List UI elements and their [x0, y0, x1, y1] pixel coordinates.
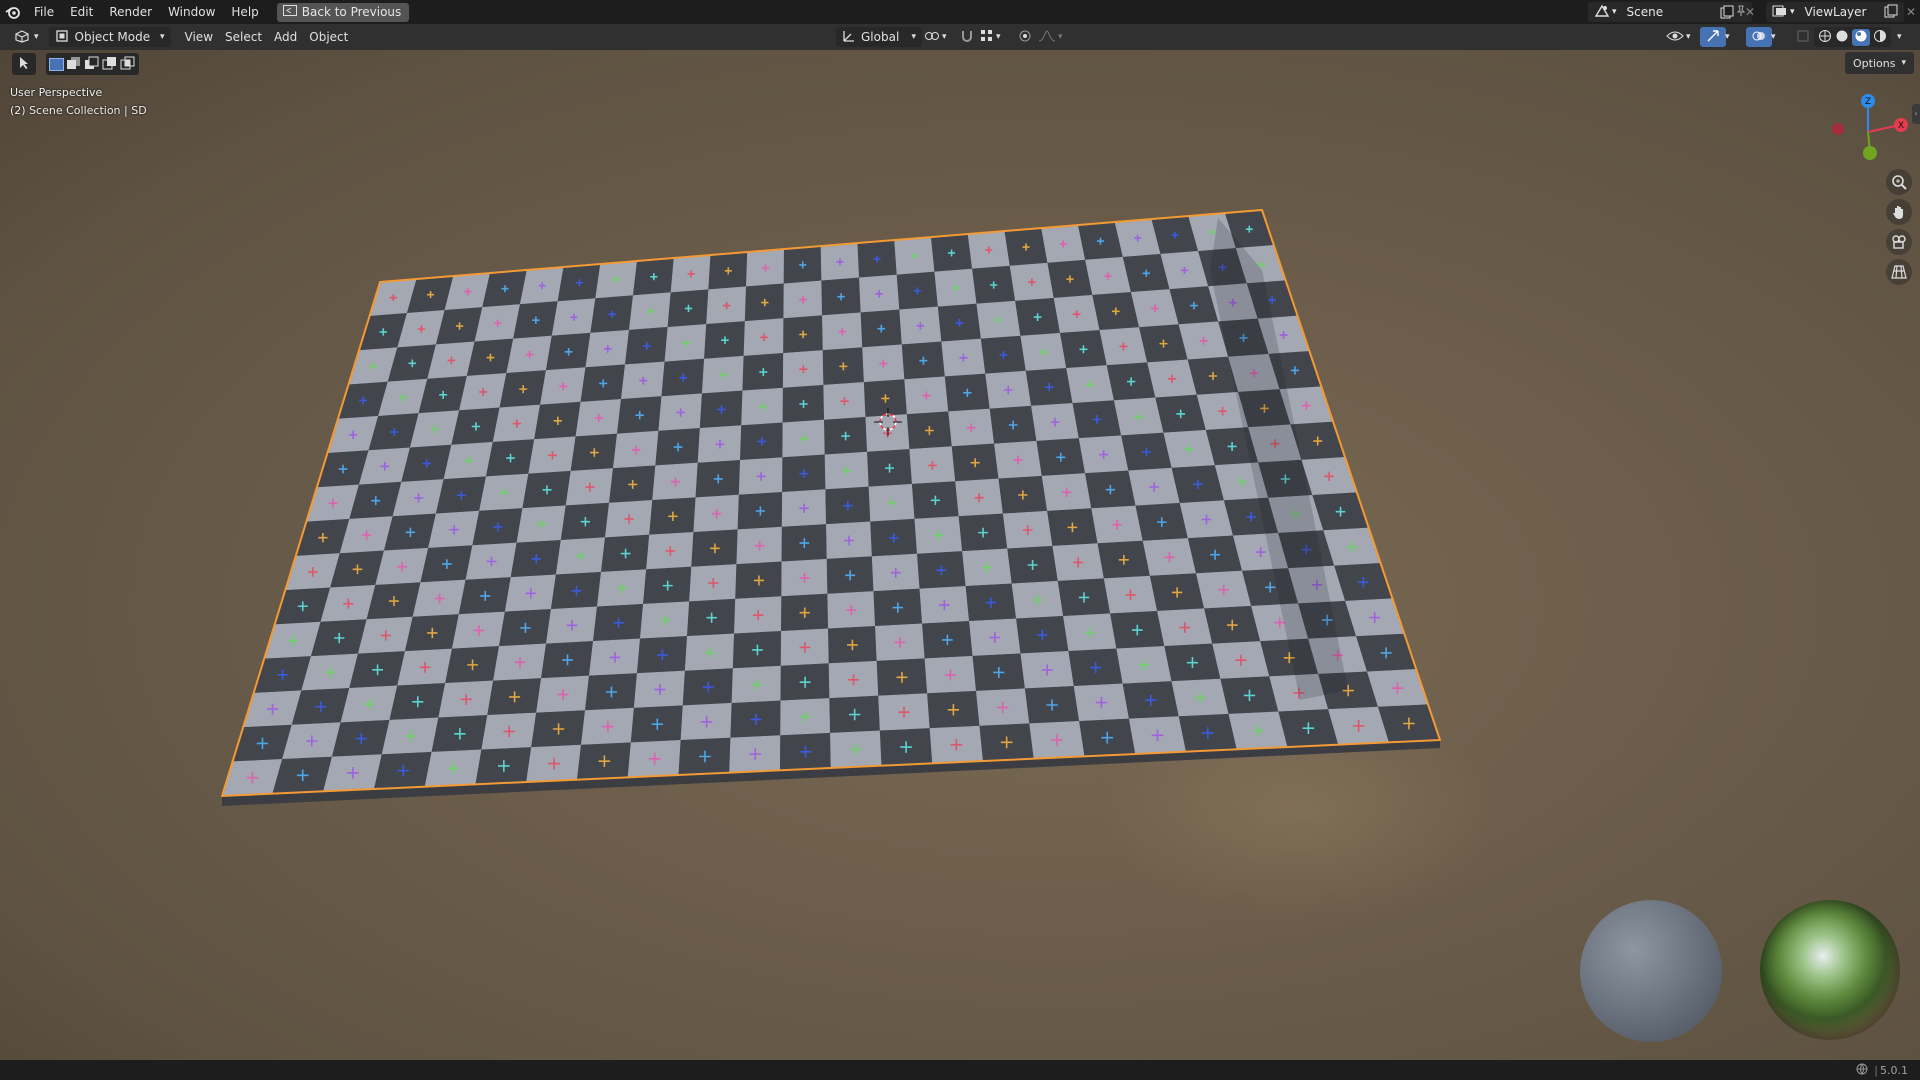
proportional-editing-icon — [1018, 29, 1032, 46]
gizmo-neg-x-handle[interactable] — [1832, 123, 1844, 135]
new-scene-icon[interactable] — [1720, 2, 1742, 22]
select-new-icon[interactable] — [49, 57, 64, 71]
menu-window[interactable]: Window — [160, 0, 223, 24]
cloth-plane-mesh[interactable] — [221, 209, 1441, 806]
gizmo-x-label: X — [1898, 121, 1904, 131]
3d-viewport[interactable]: User Perspective (2) Scene Collection | … — [0, 50, 1920, 1060]
chevron-down-icon: ▾ — [1725, 32, 1730, 42]
chevron-down-icon: ▾ — [1771, 32, 1776, 42]
selection-mode-group — [46, 53, 139, 75]
scene-icon — [1594, 4, 1610, 21]
camera-view-icon[interactable] — [1886, 229, 1912, 255]
eye-icon — [1666, 29, 1684, 46]
back-to-previous-button[interactable]: Back to Previous — [276, 2, 410, 22]
snap-target-dropdown[interactable]: ▾ — [974, 27, 1007, 47]
overlays-dropdown[interactable]: ▾ — [1768, 27, 1779, 47]
toolbar-header — [12, 53, 139, 75]
select-extend-icon[interactable] — [66, 56, 82, 73]
chevron-down-icon: ▾ — [1058, 32, 1063, 42]
menu-edit[interactable]: Edit — [62, 0, 101, 24]
delete-view-layer-icon[interactable]: ✕ — [1906, 2, 1918, 22]
select-intersect-icon[interactable] — [120, 56, 136, 73]
chevron-down-icon: ▾ — [996, 32, 1001, 42]
view-layer-icon — [1772, 5, 1788, 20]
chevron-down-icon: ▾ — [34, 32, 39, 42]
3d-viewport-icon — [14, 29, 32, 46]
visibility-dropdown[interactable]: ▾ — [1660, 27, 1697, 47]
options-dropdown[interactable]: Options ▾ — [1845, 52, 1914, 74]
sidebar-toggle-arrow-icon[interactable]: ‹ — [1912, 104, 1920, 124]
back-icon — [282, 5, 297, 19]
chevron-down-icon: ▾ — [942, 32, 947, 42]
lookdev-hdri-sphere — [1760, 900, 1900, 1040]
blender-logo-icon[interactable] — [0, 0, 26, 24]
zoom-icon[interactable] — [1886, 169, 1912, 195]
material-preview-shading-icon[interactable] — [1852, 28, 1870, 46]
object-mode-icon — [55, 29, 69, 46]
viewport-perspective-label: User Perspective — [10, 86, 103, 99]
gizmo-y-handle[interactable] — [1863, 146, 1877, 160]
top-bar: File Edit Render Window Help Back to Pre… — [0, 0, 1920, 24]
orientation-label: Global — [861, 30, 900, 44]
chevron-down-icon: ▾ — [1901, 58, 1906, 68]
pan-hand-icon[interactable] — [1886, 199, 1912, 225]
view-layer-name: ViewLayer — [1804, 5, 1867, 19]
delete-scene-icon[interactable]: ✕ — [1745, 2, 1759, 22]
menu-add[interactable]: Add — [268, 27, 303, 47]
transform-orientation-dropdown[interactable]: Global ▾ — [836, 27, 922, 47]
options-label: Options — [1853, 56, 1896, 70]
select-tool-button[interactable] — [12, 53, 36, 75]
snap-grid-icon — [980, 29, 994, 46]
status-separator: | — [1874, 1063, 1878, 1077]
viewport-header: ▾ Object Mode ▾ View Select Add Object G… — [0, 24, 1920, 50]
orientation-icon — [842, 29, 856, 46]
chevron-down-icon: ▾ — [1686, 32, 1691, 42]
navigation-gizmo[interactable]: Z X — [1822, 92, 1912, 162]
falloff-dropdown[interactable]: ▾ — [1032, 27, 1069, 47]
xray-icon — [1796, 29, 1810, 46]
new-view-layer-icon[interactable] — [1884, 4, 1898, 21]
viewport-collection-label: (2) Scene Collection | SD — [10, 104, 147, 117]
gizmo-z-label: Z — [1865, 97, 1871, 107]
solid-shading-icon[interactable] — [1835, 29, 1849, 46]
menu-file[interactable]: File — [26, 0, 62, 24]
globe-icon — [1856, 1063, 1868, 1078]
select-invert-icon[interactable] — [102, 56, 118, 73]
magnet-icon — [960, 29, 974, 46]
view-layer-selector[interactable]: ▾ ViewLayer — [1766, 2, 1904, 22]
wireframe-shading-icon[interactable] — [1818, 29, 1832, 46]
blender-version: 5.0.1 — [1880, 1063, 1908, 1077]
menu-select[interactable]: Select — [219, 27, 268, 47]
chevron-down-icon: ▾ — [911, 32, 916, 42]
cursor-arrow-icon — [18, 56, 30, 73]
chevron-down-icon: ▾ — [160, 32, 165, 42]
gizmo-dropdown[interactable]: ▾ — [1722, 27, 1733, 47]
shading-mode-group — [1814, 27, 1891, 47]
rendered-shading-icon[interactable] — [1873, 29, 1887, 46]
pivot-icon — [924, 29, 940, 46]
status-bar: | 5.0.1 — [0, 1060, 1920, 1080]
chevron-down-icon: ▾ — [1790, 7, 1795, 17]
pivot-point-dropdown[interactable]: ▾ — [918, 27, 953, 47]
back-label: Back to Previous — [301, 5, 402, 19]
shading-dropdown[interactable]: ▾ — [1894, 27, 1905, 47]
menu-help[interactable]: Help — [223, 0, 266, 24]
gizmo-icon — [1706, 29, 1720, 46]
object-mode-label: Object Mode — [74, 30, 151, 44]
chevron-down-icon: ▾ — [1897, 32, 1902, 42]
lookdev-diffuse-sphere — [1580, 900, 1722, 1042]
editor-type-selector[interactable]: ▾ — [8, 27, 45, 47]
scene-name: Scene — [1626, 5, 1664, 19]
object-mode-dropdown[interactable]: Object Mode ▾ — [48, 27, 171, 47]
overlays-icon — [1752, 29, 1766, 46]
perspective-grid-icon[interactable] — [1886, 259, 1912, 285]
menu-object[interactable]: Object — [303, 27, 354, 47]
select-subtract-icon[interactable] — [84, 56, 100, 73]
chevron-down-icon: ▾ — [1612, 7, 1617, 17]
menu-view[interactable]: View — [179, 27, 219, 47]
xray-toggle[interactable] — [1790, 27, 1816, 47]
menu-render[interactable]: Render — [101, 0, 160, 24]
falloff-curve-icon — [1038, 29, 1056, 46]
